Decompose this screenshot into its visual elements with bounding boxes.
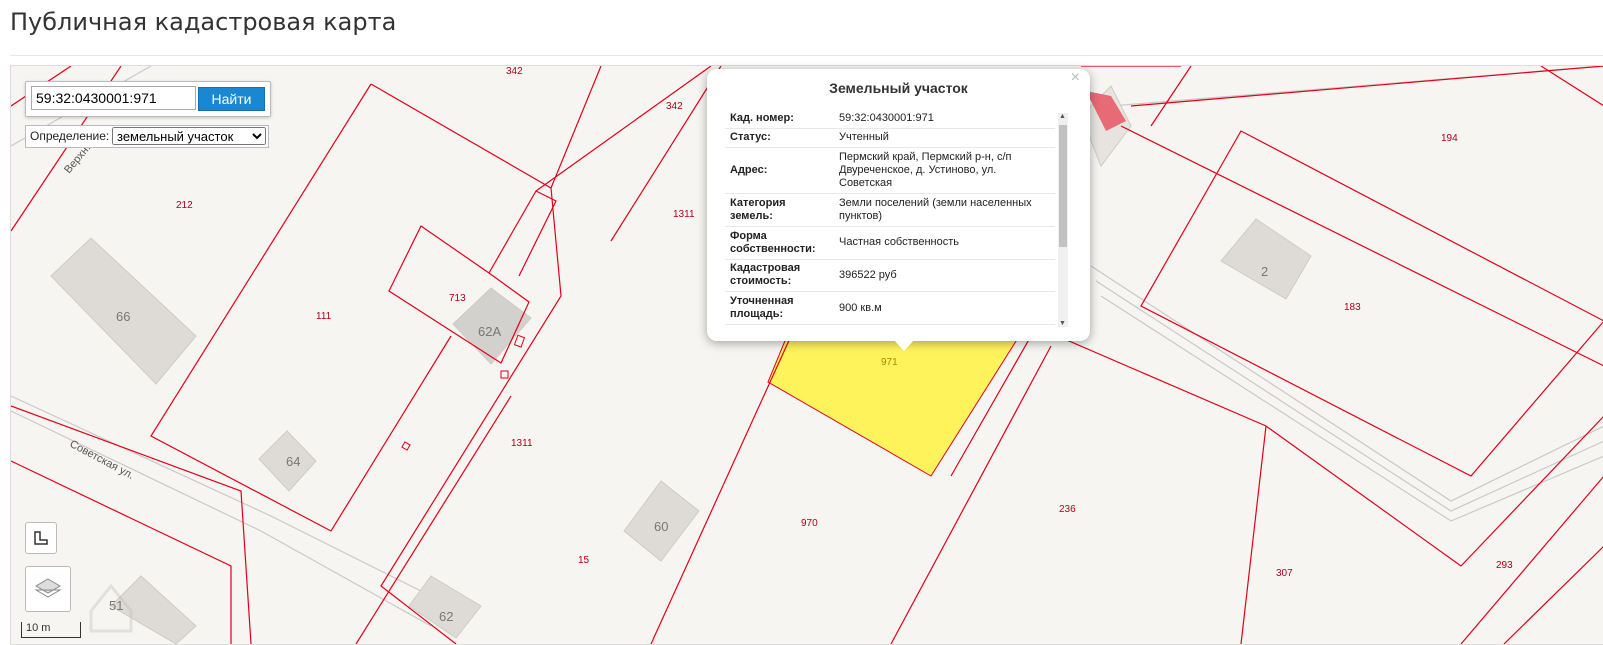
- svg-text:342: 342: [666, 101, 683, 112]
- svg-text:307: 307: [1276, 568, 1293, 579]
- scroll-up-icon[interactable]: ▲: [1059, 113, 1066, 120]
- parcel-info-popup: × Земельный участок Кад. номер: 59:32:043…: [707, 69, 1090, 351]
- search-button[interactable]: Найти: [198, 87, 265, 111]
- svg-text:194: 194: [1441, 133, 1458, 144]
- svg-text:51: 51: [109, 598, 123, 613]
- table-row: Кад. номер: 59:32:0430001:971: [725, 110, 1055, 129]
- svg-text:60: 60: [654, 519, 668, 534]
- table-row: Адрес: Пермский край, Пермский р-н, с/п Д…: [725, 147, 1055, 195]
- ruler-button[interactable]: [25, 522, 57, 554]
- table-row: Категория земель: Земли поселений (земли …: [725, 193, 1055, 227]
- svg-text:2: 2: [1261, 264, 1268, 279]
- svg-text:1311: 1311: [673, 209, 695, 220]
- svg-text:62А: 62А: [478, 324, 501, 339]
- table-row: Статус: Учтенный: [725, 128, 1055, 148]
- header-divider: [10, 55, 1603, 56]
- scale-bar: 10 m: [21, 622, 81, 638]
- svg-text:62: 62: [439, 609, 453, 624]
- cadastral-search-input[interactable]: [31, 86, 196, 110]
- table-row: Форма собственности: Частная собственност…: [725, 226, 1055, 260]
- definition-panel: Определение: земельный участок: [25, 125, 269, 148]
- svg-text:15: 15: [578, 555, 590, 566]
- svg-text:183: 183: [1344, 302, 1361, 313]
- ruler-icon: [34, 531, 48, 545]
- svg-text:66: 66: [116, 309, 130, 324]
- svg-text:212: 212: [176, 200, 193, 211]
- svg-text:1311: 1311: [511, 438, 533, 449]
- definition-select[interactable]: земельный участок: [112, 127, 266, 145]
- popup-scrollbar[interactable]: ▲ ▼: [1058, 113, 1068, 327]
- popup-title: Земельный участок: [829, 80, 968, 96]
- popup-pointer: [893, 339, 915, 351]
- definition-label: Определение:: [30, 129, 110, 143]
- table-row: Уточненная площадь: 900 кв.м: [725, 291, 1055, 325]
- layers-button[interactable]: [25, 566, 71, 612]
- page-title: Публичная кадастровая карта: [10, 8, 397, 36]
- search-panel: Найти: [25, 81, 271, 117]
- svg-text:293: 293: [1496, 560, 1513, 571]
- svg-text:342: 342: [506, 66, 523, 77]
- svg-text:64: 64: [286, 454, 300, 469]
- svg-text:970: 970: [801, 518, 818, 529]
- table-row: Кадастровая стоимость: 396522 руб: [725, 259, 1055, 293]
- svg-text:713: 713: [449, 293, 466, 304]
- svg-text:111: 111: [316, 311, 332, 322]
- scroll-down-icon[interactable]: ▼: [1059, 320, 1066, 327]
- parcel-info-table: Кад. номер: 59:32:0430001:971 Статус: Учте…: [725, 110, 1055, 325]
- svg-text:971: 971: [881, 357, 898, 368]
- scroll-thumb[interactable]: [1059, 125, 1067, 247]
- layers-icon: [34, 578, 62, 598]
- svg-text:Советская ул.: Советская ул.: [68, 438, 136, 482]
- svg-text:236: 236: [1059, 504, 1076, 515]
